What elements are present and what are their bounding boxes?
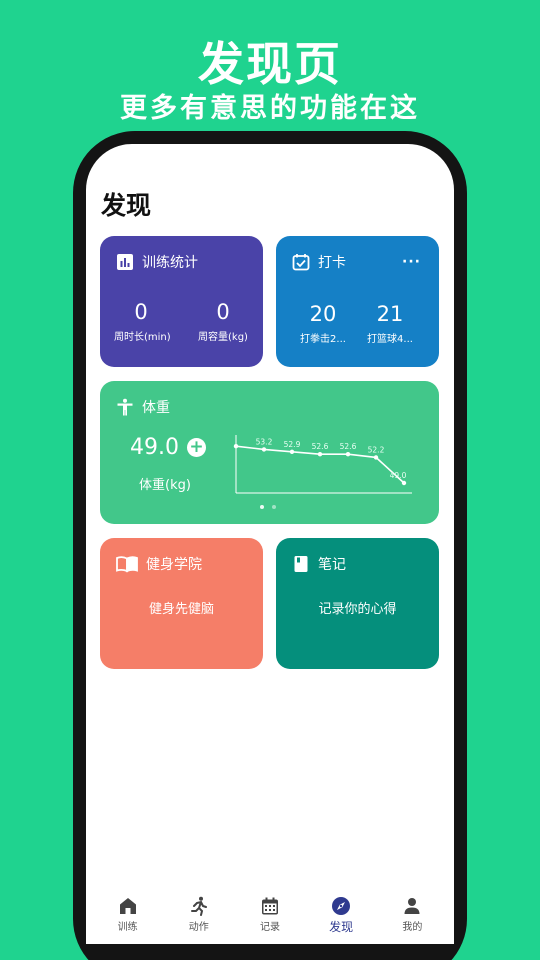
checkin-card[interactable]: 打卡 ··· 20 打拳击2... 21 打篮球4... [276, 236, 439, 367]
academy-header: 健身学院 [116, 554, 202, 574]
notes-card[interactable]: 笔记 记录你的心得 [276, 538, 439, 669]
stat-value: 21 [376, 302, 404, 326]
weight-value: 49.0 [130, 435, 179, 460]
weight-card[interactable]: 体重 49.0 + 体重(kg) 53.2 52.9 52.6 52.6 52.2 49.… [100, 381, 439, 524]
stat-label: 打拳击2... [300, 334, 346, 345]
tab-label: 训练 [117, 922, 138, 933]
academy-text: 健身先健脑 [148, 602, 214, 617]
weight-point [345, 452, 351, 457]
notes-header: 笔记 [292, 554, 346, 574]
tab-label: 动作 [188, 922, 209, 933]
home-icon [119, 898, 136, 914]
promo-subtitle: 更多有意思的功能在这 [120, 93, 420, 124]
tab-label: 发现 [329, 920, 354, 934]
tab-training[interactable]: 训练 [98, 888, 158, 944]
weight-trend-chart: 53.2 52.9 52.6 52.6 52.2 49.0 [233, 435, 412, 494]
weight-title: 体重 [142, 400, 170, 416]
stat-value: 0 [134, 300, 148, 324]
phone-screen: 发现 训练统计 0 周时长(min) 0 周容量(kg) 打卡 ··· 20 打… [86, 144, 454, 944]
training-stats-header: 训练统计 [116, 252, 198, 272]
weight-point-label: 52.2 [368, 445, 385, 454]
checkin-title: 打卡 [318, 255, 346, 271]
weight-point [373, 455, 379, 460]
weight-point-label: 53.2 [256, 437, 273, 446]
stat-week-volume: 0 周容量(kg) [196, 300, 250, 343]
checkin-header: 打卡 [292, 252, 346, 272]
weight-point-label: 52.6 [340, 442, 357, 451]
more-options-button[interactable]: ··· [402, 254, 421, 270]
notes-text: 记录你的心得 [318, 602, 397, 617]
stat-value: 0 [216, 300, 230, 324]
academy-title: 健身学院 [146, 557, 202, 573]
pager-dots [260, 505, 276, 509]
calendar-icon [261, 897, 278, 915]
tab-label: 记录 [259, 922, 280, 933]
training-stats-title: 训练统计 [142, 255, 198, 271]
page-title: 发现 [101, 191, 152, 220]
tab-profile[interactable]: 我的 [382, 888, 442, 944]
checkin-basketball[interactable]: 21 打篮球4... [363, 302, 417, 345]
weight-point [401, 480, 407, 486]
open-book-icon [116, 556, 138, 573]
checkin-boxing[interactable]: 20 打拳击2... [296, 302, 350, 345]
bottom-tab-bar: 训练 动作 记录 发现 我的 [86, 888, 454, 944]
promo-title: 发现页 [198, 37, 342, 91]
calendar-check-icon [292, 254, 310, 271]
weight-point-label: 52.9 [284, 440, 301, 449]
tab-exercises[interactable]: 动作 [169, 888, 229, 944]
training-stats-card[interactable]: 训练统计 0 周时长(min) 0 周容量(kg) [100, 236, 263, 367]
compass-icon [332, 897, 351, 915]
person-icon [404, 898, 420, 914]
weight-point [289, 449, 295, 454]
weight-point-label: 52.6 [312, 442, 329, 451]
weight-point [317, 452, 323, 457]
stat-value: 20 [309, 302, 337, 326]
runner-icon [190, 896, 207, 916]
weight-point-label: 49.0 [390, 471, 407, 480]
weight-point [233, 444, 239, 449]
tab-records[interactable]: 记录 [240, 888, 300, 944]
weight-value-row: 49.0 + [130, 435, 206, 460]
fitness-academy-card[interactable]: 健身学院 健身先健脑 [100, 538, 263, 669]
stat-label: 周容量(kg) [198, 332, 248, 343]
bar-chart-icon [117, 254, 133, 270]
weight-point [261, 447, 267, 452]
tab-discover[interactable]: 发现 [311, 888, 371, 944]
tab-label: 我的 [402, 922, 423, 933]
add-weight-button[interactable]: + [186, 438, 206, 457]
stat-label: 打篮球4... [367, 334, 413, 345]
stat-label: 周时长(min) [114, 332, 171, 343]
weight-header: 体重 [116, 397, 170, 417]
pager-dot [272, 505, 276, 509]
person-standing-icon [117, 398, 133, 416]
weight-unit-label: 体重(kg) [139, 478, 191, 493]
stat-week-duration: 0 周时长(min) [114, 300, 171, 343]
notebook-icon [294, 556, 308, 572]
notes-title: 笔记 [318, 557, 346, 573]
pager-dot-active [260, 505, 264, 509]
